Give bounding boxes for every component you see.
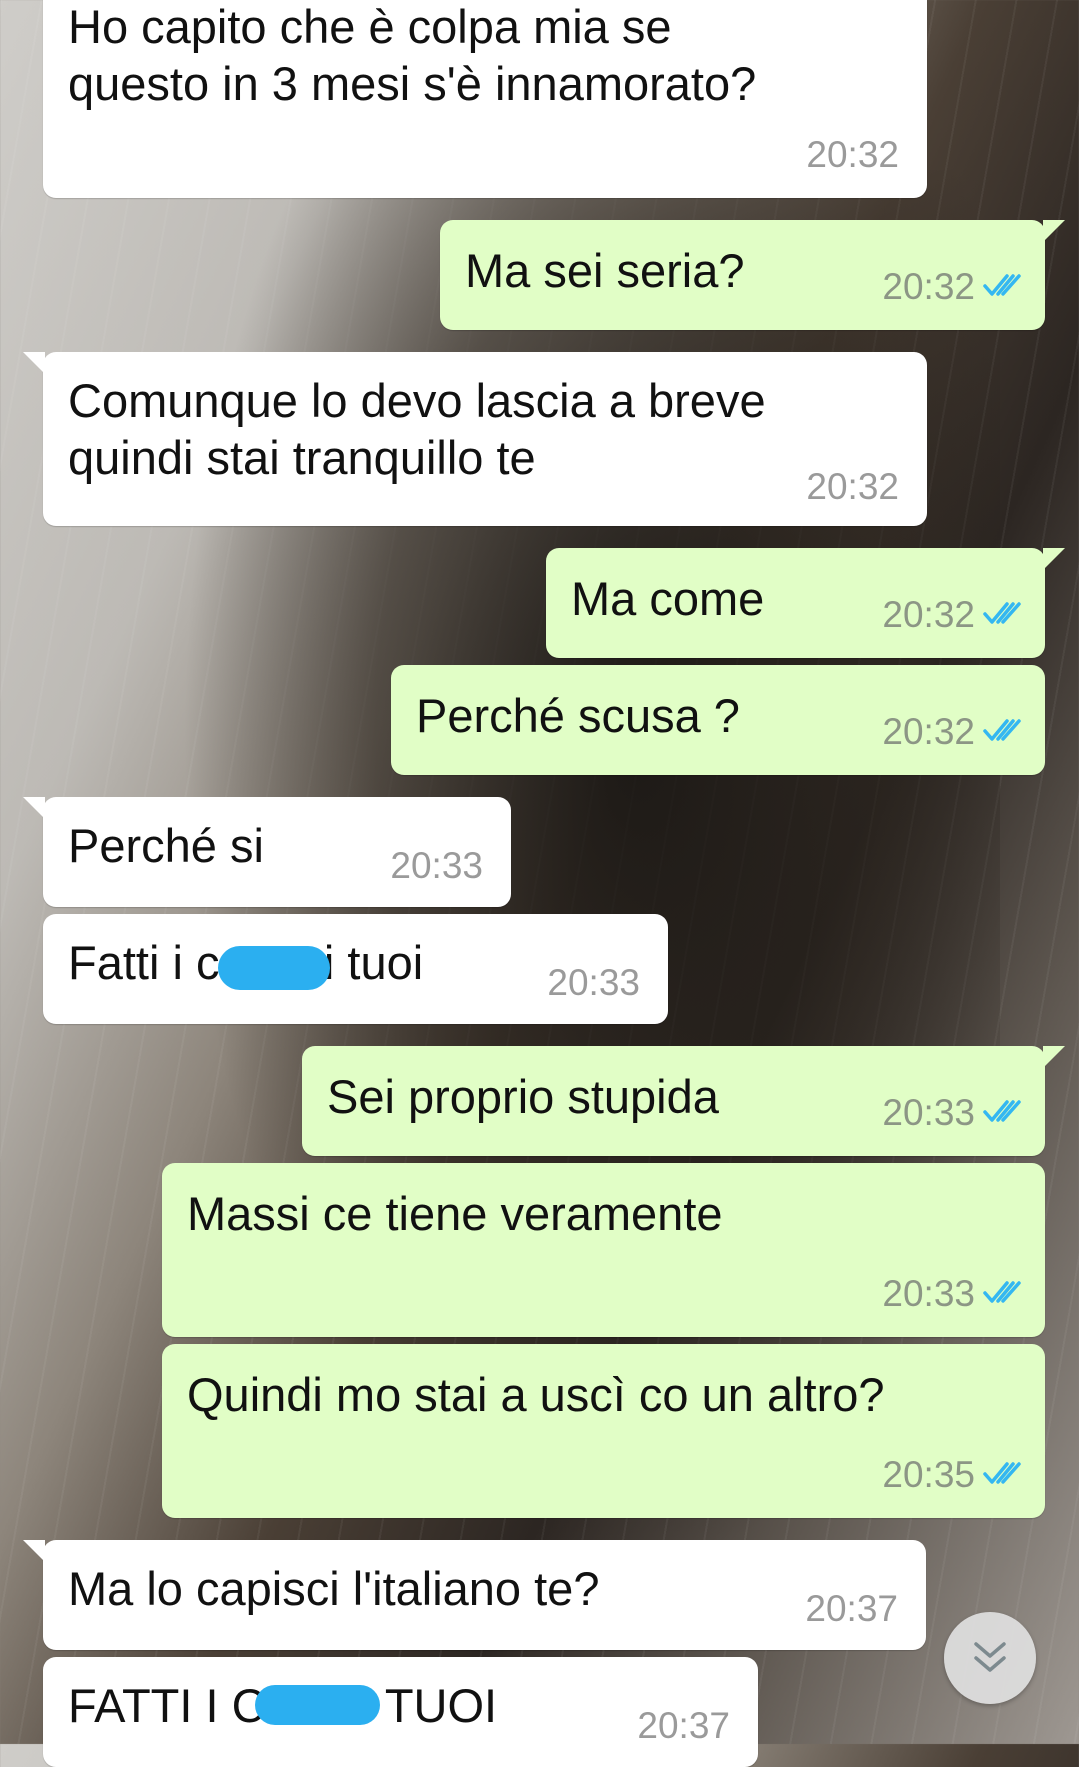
message-text: Massi ce tiene veramente [187, 1187, 723, 1240]
message-text: Quindi mo stai a uscì co un altro? [187, 1368, 885, 1421]
message-outgoing[interactable]: Perché scusa ? 20:32 [391, 665, 1045, 775]
message-outgoing[interactable]: Sei proprio stupida 20:33 [302, 1046, 1065, 1156]
message-incoming[interactable]: FATTI I C ZI TUOI 20:37 [43, 1657, 758, 1767]
double-check-icon [983, 274, 1021, 296]
double-check-icon [983, 1462, 1021, 1484]
message-time: 20:33 [882, 1092, 975, 1133]
double-check-icon [983, 1281, 1021, 1303]
message-incoming[interactable]: Fatti i c i tuoi 20:33 [43, 914, 668, 1024]
double-check-icon [983, 1100, 1021, 1122]
message-time: 20:37 [637, 1705, 730, 1746]
message-text: Ho capito che è colpa mia se questo in 3… [68, 0, 757, 110]
message-outgoing[interactable]: Massi ce tiene veramente 20:33 [162, 1163, 1045, 1337]
message-time: 20:33 [547, 962, 640, 1003]
double-check-icon [983, 719, 1021, 741]
double-chevron-down-icon [974, 1642, 1006, 1672]
message-incoming[interactable]: Perché si 20:33 [23, 797, 511, 907]
message-time: 20:32 [806, 134, 899, 175]
message-time: 20:37 [805, 1588, 898, 1629]
message-outgoing[interactable]: Ma sei seria? 20:32 [440, 220, 1065, 330]
censor-mark [255, 1685, 380, 1725]
message-time: 20:32 [806, 466, 899, 507]
message-outgoing[interactable]: Ma come 20:32 [546, 548, 1065, 658]
censor-mark [218, 946, 330, 990]
message-text: FATTI I C ZI TUOI [68, 1679, 498, 1732]
message-list[interactable]: Ho capito che è colpa mia se questo in 3… [0, 0, 1079, 1767]
message-time: 20:33 [390, 845, 483, 886]
message-incoming[interactable]: Comunque lo devo lascia a breve quindi s… [23, 352, 927, 526]
message-time: 20:32 [882, 266, 975, 307]
message-text: Ma lo capisci l'italiano te? [68, 1562, 600, 1615]
message-time: 20:33 [882, 1273, 975, 1314]
double-check-icon [983, 602, 1021, 624]
message-outgoing[interactable]: Quindi mo stai a uscì co un altro? 20:35 [162, 1344, 1045, 1518]
message-text: Comunque lo devo lascia a breve quindi s… [68, 374, 766, 484]
message-incoming[interactable]: Ma lo capisci l'italiano te? 20:37 [23, 1540, 926, 1650]
scroll-to-bottom-button[interactable] [944, 1612, 1036, 1704]
message-incoming[interactable]: Ho capito che è colpa mia se questo in 3… [43, 0, 927, 198]
message-time: 20:32 [882, 711, 975, 752]
message-time: 20:35 [882, 1454, 975, 1495]
message-time: 20:32 [882, 594, 975, 635]
